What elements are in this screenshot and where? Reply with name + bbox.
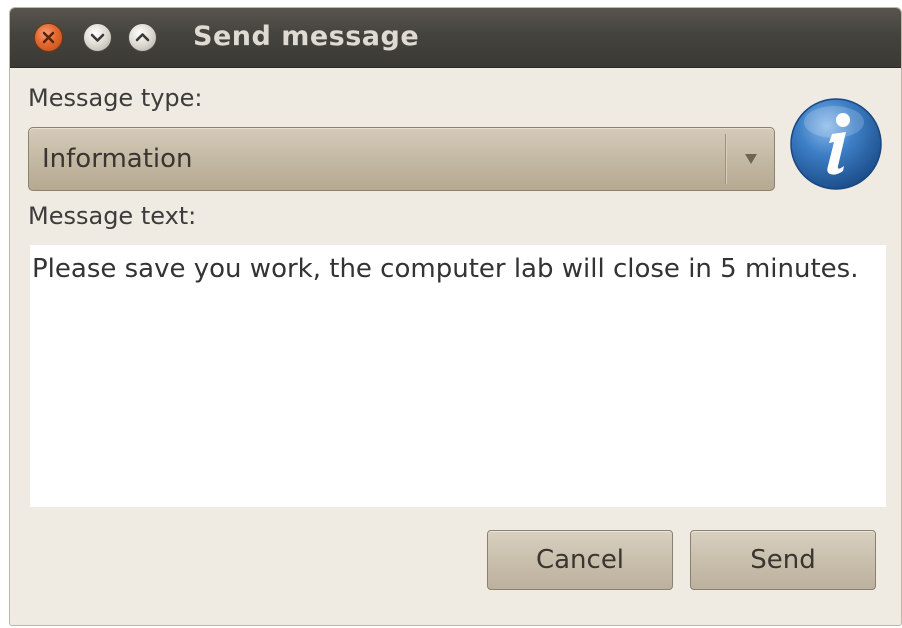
close-icon[interactable] xyxy=(34,23,63,52)
message-text-label: Message text: xyxy=(28,202,197,230)
info-icon xyxy=(790,98,882,190)
cancel-button[interactable]: Cancel xyxy=(487,530,673,590)
dropdown-separator xyxy=(725,134,726,184)
window-title: Send message xyxy=(193,21,420,52)
message-type-value: Information xyxy=(42,144,193,174)
chevron-down-icon xyxy=(745,154,757,164)
message-type-label: Message type: xyxy=(28,84,203,112)
send-message-dialog: Send message Message type: Information M… xyxy=(9,7,902,626)
minimize-icon[interactable] xyxy=(83,23,112,52)
title-bar: Send message xyxy=(10,8,901,68)
maximize-icon[interactable] xyxy=(128,23,157,52)
message-text-area[interactable]: Please save you work, the computer lab w… xyxy=(30,245,886,507)
message-type-dropdown[interactable]: Information xyxy=(28,127,775,191)
send-button[interactable]: Send xyxy=(690,530,876,590)
